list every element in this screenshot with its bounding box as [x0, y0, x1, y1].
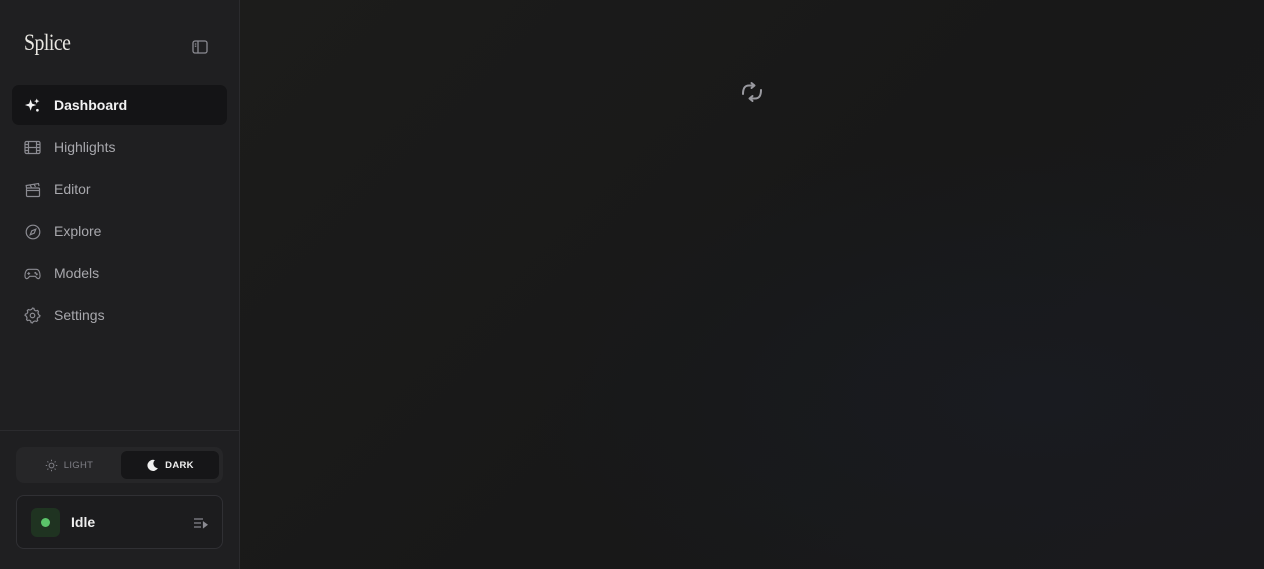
sidebar-item-highlights[interactable]: Highlights — [12, 127, 227, 167]
gear-icon — [24, 307, 41, 324]
sidebar-item-explore[interactable]: Explore — [12, 211, 227, 251]
sidebar-item-models[interactable]: Models — [12, 253, 227, 293]
compass-icon — [24, 223, 41, 240]
sidebar-item-label: Highlights — [54, 139, 116, 155]
sidebar-collapse-icon — [192, 40, 208, 54]
moon-icon — [147, 459, 159, 471]
sidebar: Splice Dashboard Highlights Editor Explo… — [0, 0, 240, 569]
status-card: Idle — [16, 495, 223, 549]
sidebar-nav: Dashboard Highlights Editor Explore Mode… — [12, 85, 227, 337]
loading-indicator — [740, 81, 764, 103]
clapperboard-icon — [24, 181, 41, 198]
sidebar-item-editor[interactable]: Editor — [12, 169, 227, 209]
theme-light-label: LIGHT — [63, 459, 94, 471]
main-content — [240, 0, 1264, 569]
sidebar-item-settings[interactable]: Settings — [12, 295, 227, 335]
status-label: Idle — [71, 514, 96, 530]
theme-dark-label: DARK — [165, 459, 194, 471]
theme-light-button[interactable]: LIGHT — [20, 451, 118, 479]
sidebar-divider — [0, 430, 239, 431]
status-indicator — [31, 508, 60, 537]
theme-toggle: LIGHT DARK — [16, 447, 223, 483]
sparkles-icon — [24, 97, 41, 114]
film-strip-icon — [24, 139, 41, 156]
queue-list-icon — [193, 517, 208, 529]
theme-dark-button[interactable]: DARK — [121, 451, 219, 479]
sidebar-item-label: Editor — [54, 181, 91, 197]
brand-logo: Splice — [24, 30, 71, 55]
sun-icon — [45, 459, 58, 471]
sidebar-item-dashboard[interactable]: Dashboard — [12, 85, 227, 125]
sidebar-collapse-button[interactable] — [188, 36, 212, 58]
sidebar-item-label: Settings — [54, 307, 105, 323]
queue-button[interactable] — [191, 514, 209, 531]
sidebar-item-label: Models — [54, 265, 100, 281]
sidebar-item-label: Explore — [54, 223, 102, 239]
status-dot — [41, 518, 50, 527]
refresh-spinner-icon — [742, 82, 762, 102]
gamepad-icon — [24, 265, 41, 282]
sidebar-item-label: Dashboard — [54, 97, 128, 113]
app-window: Splice Dashboard Highlights Editor Explo… — [0, 0, 1264, 569]
